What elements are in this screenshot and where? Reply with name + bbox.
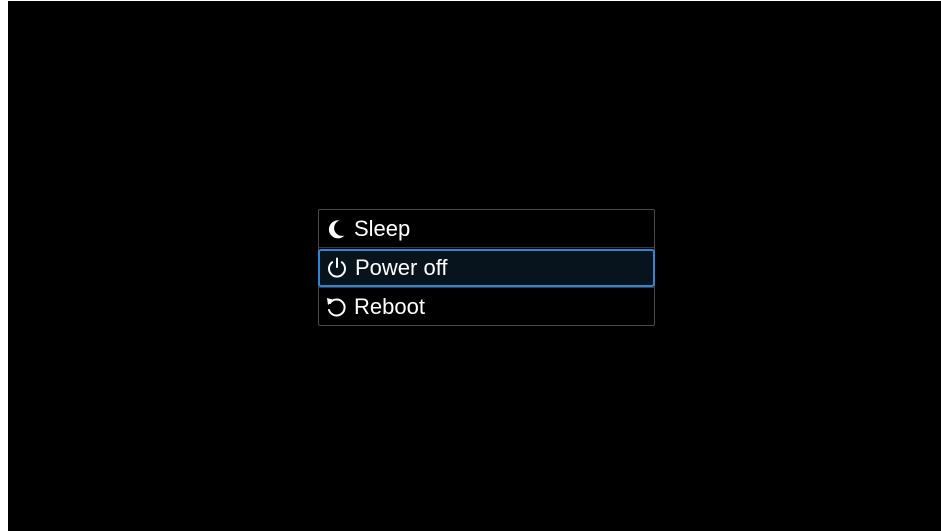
menu-item-label: Sleep	[354, 215, 411, 241]
menu-item-power-off[interactable]: Power off	[318, 249, 655, 287]
menu-item-label: Reboot	[354, 293, 425, 319]
menu-item-reboot[interactable]: Reboot	[319, 287, 654, 325]
restart-icon	[324, 295, 348, 319]
menu-item-sleep[interactable]: Sleep	[319, 210, 654, 248]
power-menu: Sleep Power off Reboot	[318, 209, 655, 326]
screen-background: Sleep Power off Reboot	[8, 1, 941, 531]
power-icon	[325, 256, 349, 280]
menu-item-label: Power off	[355, 255, 448, 280]
moon-icon	[324, 217, 348, 241]
